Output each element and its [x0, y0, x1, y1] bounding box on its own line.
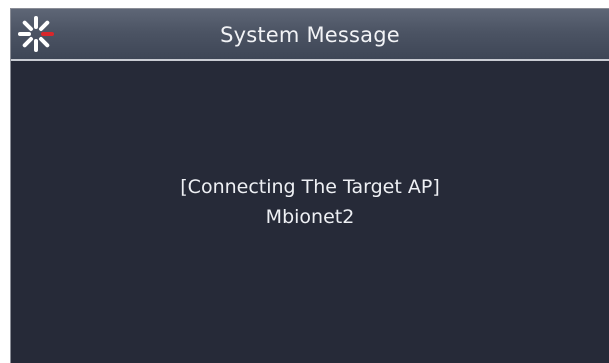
dialog-content: [Connecting The Target AP] Mbionet2 [11, 61, 609, 363]
status-message: [Connecting The Target AP] Mbionet2 [11, 172, 609, 232]
status-message-line-1: [Connecting The Target AP] [180, 176, 440, 198]
dialog-title-bar: System Message [11, 9, 609, 61]
network-name: Mbionet2 [265, 206, 355, 228]
system-message-dialog: System Message [Connecting The Target AP… [10, 8, 609, 363]
dialog-title: System Message [220, 23, 400, 47]
